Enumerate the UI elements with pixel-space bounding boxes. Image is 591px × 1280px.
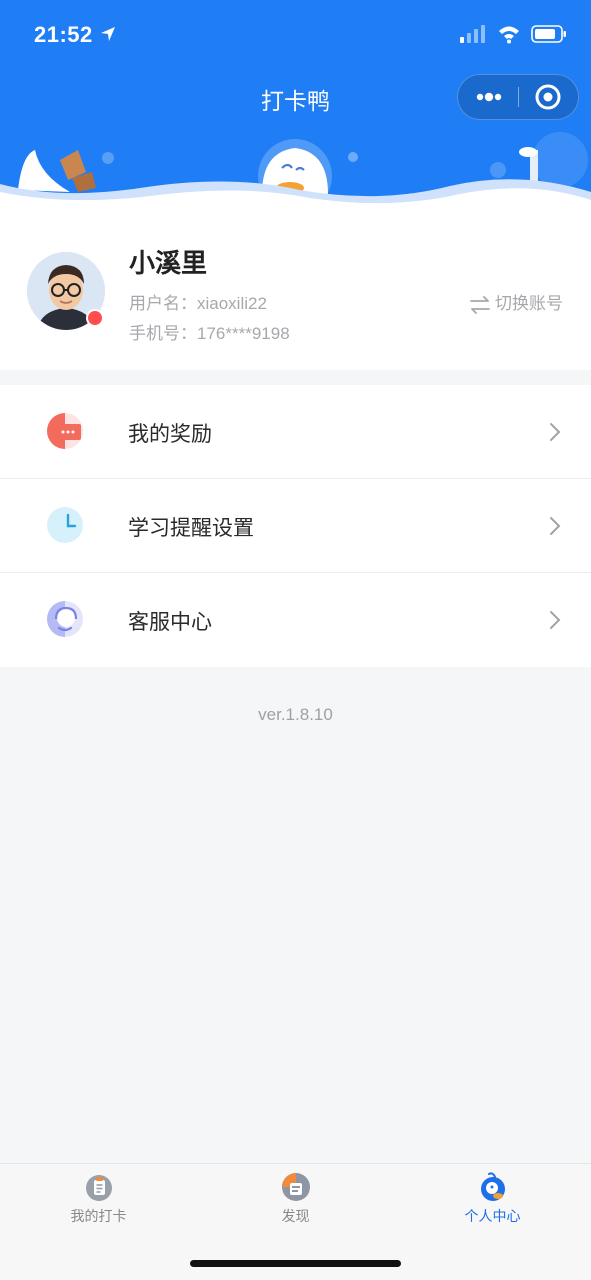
- menu-list: 我的奖励 学习提醒设置 客服中心: [0, 385, 591, 667]
- header-banner: 21:52 打卡鸭: [0, 0, 591, 215]
- avatar-badge: [86, 309, 104, 327]
- customer-service-icon: [47, 601, 83, 637]
- version-text: ver.1.8.10: [258, 705, 333, 724]
- status-time: 21:52: [34, 22, 93, 47]
- tab-my-checkin[interactable]: 我的打卡: [0, 1172, 197, 1232]
- user-name: 小溪里: [129, 248, 208, 278]
- header-wave-decoration: [0, 132, 591, 215]
- switch-account-button[interactable]: 切换账号: [469, 289, 563, 314]
- wifi-icon: [498, 26, 519, 44]
- checkin-clipboard-icon: [85, 1175, 112, 1201]
- chevron-right-icon: [550, 423, 561, 441]
- reward-icon: [47, 413, 83, 449]
- miniprogram-capsule: [457, 74, 579, 120]
- menu-item-label: 我的奖励: [128, 423, 212, 446]
- chevron-right-icon: [550, 611, 561, 629]
- phone-text: 手机号：176****9198: [129, 324, 290, 343]
- signal-icon: [460, 25, 486, 43]
- username-text: 用户名：xiaoxili22: [129, 294, 267, 313]
- target-circle-icon: [535, 84, 561, 110]
- location-arrow-icon: [101, 27, 115, 41]
- reminder-clock-icon: [47, 507, 83, 543]
- tab-profile-center[interactable]: 个人中心: [394, 1172, 591, 1232]
- tab-label: 个人中心: [464, 1208, 521, 1224]
- tab-label: 我的打卡: [70, 1208, 127, 1224]
- home-indicator: [190, 1260, 401, 1267]
- menu-item-customer-service[interactable]: 客服中心: [0, 573, 591, 667]
- menu-item-label: 客服中心: [128, 611, 212, 634]
- swap-arrows-icon: [470, 295, 490, 314]
- menu-item-label: 学习提醒设置: [128, 517, 254, 540]
- menu-item-rewards[interactable]: 我的奖励: [0, 385, 591, 479]
- status-icons: [460, 24, 567, 44]
- chevron-right-icon: [550, 517, 561, 535]
- close-miniprogram-button[interactable]: [519, 75, 579, 119]
- profile-icon: [480, 1172, 505, 1201]
- battery-icon: [531, 25, 566, 43]
- tab-discover[interactable]: 发现: [197, 1172, 394, 1232]
- tab-label: 发现: [281, 1208, 310, 1224]
- more-menu-button[interactable]: [458, 75, 518, 119]
- menu-item-study-reminder[interactable]: 学习提醒设置: [0, 479, 591, 573]
- switch-account-label: 切换账号: [495, 294, 563, 313]
- more-dots-icon: [476, 92, 502, 102]
- profile-card: 小溪里 用户名：xiaoxili22 手机号：176****9198 切换账号: [0, 205, 591, 370]
- discover-icon: [281, 1173, 310, 1201]
